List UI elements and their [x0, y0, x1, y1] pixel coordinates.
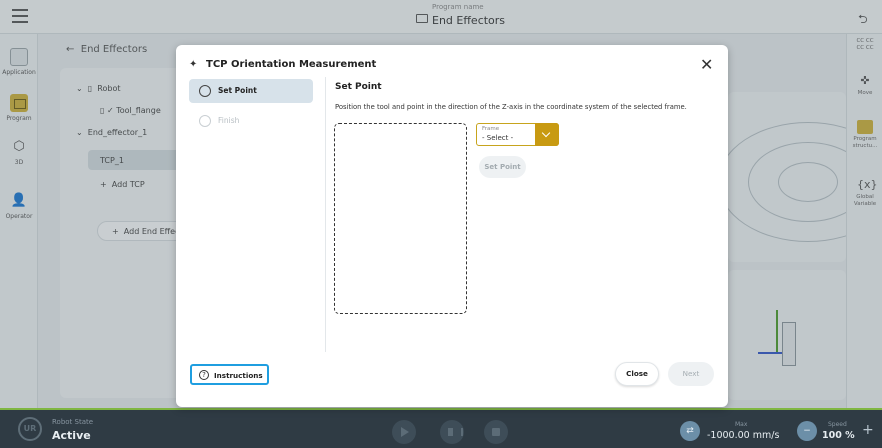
step-radio-icon — [199, 115, 211, 127]
speed-slider-icon[interactable]: ⇄ — [680, 421, 700, 441]
next-button[interactable]: Next — [668, 362, 714, 386]
set-point-button[interactable]: Set Point — [479, 156, 526, 178]
chevron-down-icon[interactable] — [535, 123, 559, 146]
section-heading: Set Point — [335, 82, 382, 92]
frame-select-label: Frame — [482, 126, 500, 132]
max-speed-value: -1000.00 mm/s — [707, 430, 780, 441]
step-radio-icon — [199, 85, 211, 97]
tcp-orientation-dialog: ✦ TCP Orientation Measurement ✕ Set Poin… — [176, 45, 728, 407]
minus-icon[interactable]: − — [797, 421, 817, 441]
play-button[interactable] — [392, 420, 416, 444]
stop-button[interactable] — [484, 420, 508, 444]
dialog-title: TCP Orientation Measurement — [206, 59, 377, 70]
step-button[interactable] — [440, 420, 464, 444]
robot-state-label: Robot State — [52, 418, 94, 426]
wand-icon: ✦ — [189, 59, 198, 70]
close-icon[interactable]: ✕ — [700, 55, 713, 74]
section-description: Position the tool and point in the direc… — [335, 103, 687, 111]
robot-state-value: Active — [52, 429, 91, 442]
close-button[interactable]: Close — [615, 362, 659, 386]
robot-logo-icon: UR — [18, 417, 42, 441]
speed-value: 100 % — [822, 430, 855, 441]
instructions-label: Instructions — [214, 371, 263, 380]
image-placeholder — [334, 123, 467, 314]
step-label: Set Point — [218, 86, 257, 95]
frame-select[interactable]: Frame - Select - — [476, 123, 559, 146]
divider — [325, 77, 326, 352]
speed-label: Speed — [828, 421, 847, 428]
step-set-point[interactable]: Set Point — [189, 79, 313, 103]
step-label: Finish — [218, 116, 240, 125]
max-speed-label: Max — [735, 421, 748, 428]
help-icon: ? — [199, 370, 209, 380]
frame-select-value: - Select - — [482, 134, 514, 142]
plus-icon[interactable]: + — [862, 422, 874, 438]
instructions-button[interactable]: ? Instructions — [190, 364, 269, 385]
status-bar: UR Robot State Active ⇄ Max -1000.00 mm/… — [0, 408, 882, 448]
step-finish[interactable]: Finish — [189, 109, 313, 133]
